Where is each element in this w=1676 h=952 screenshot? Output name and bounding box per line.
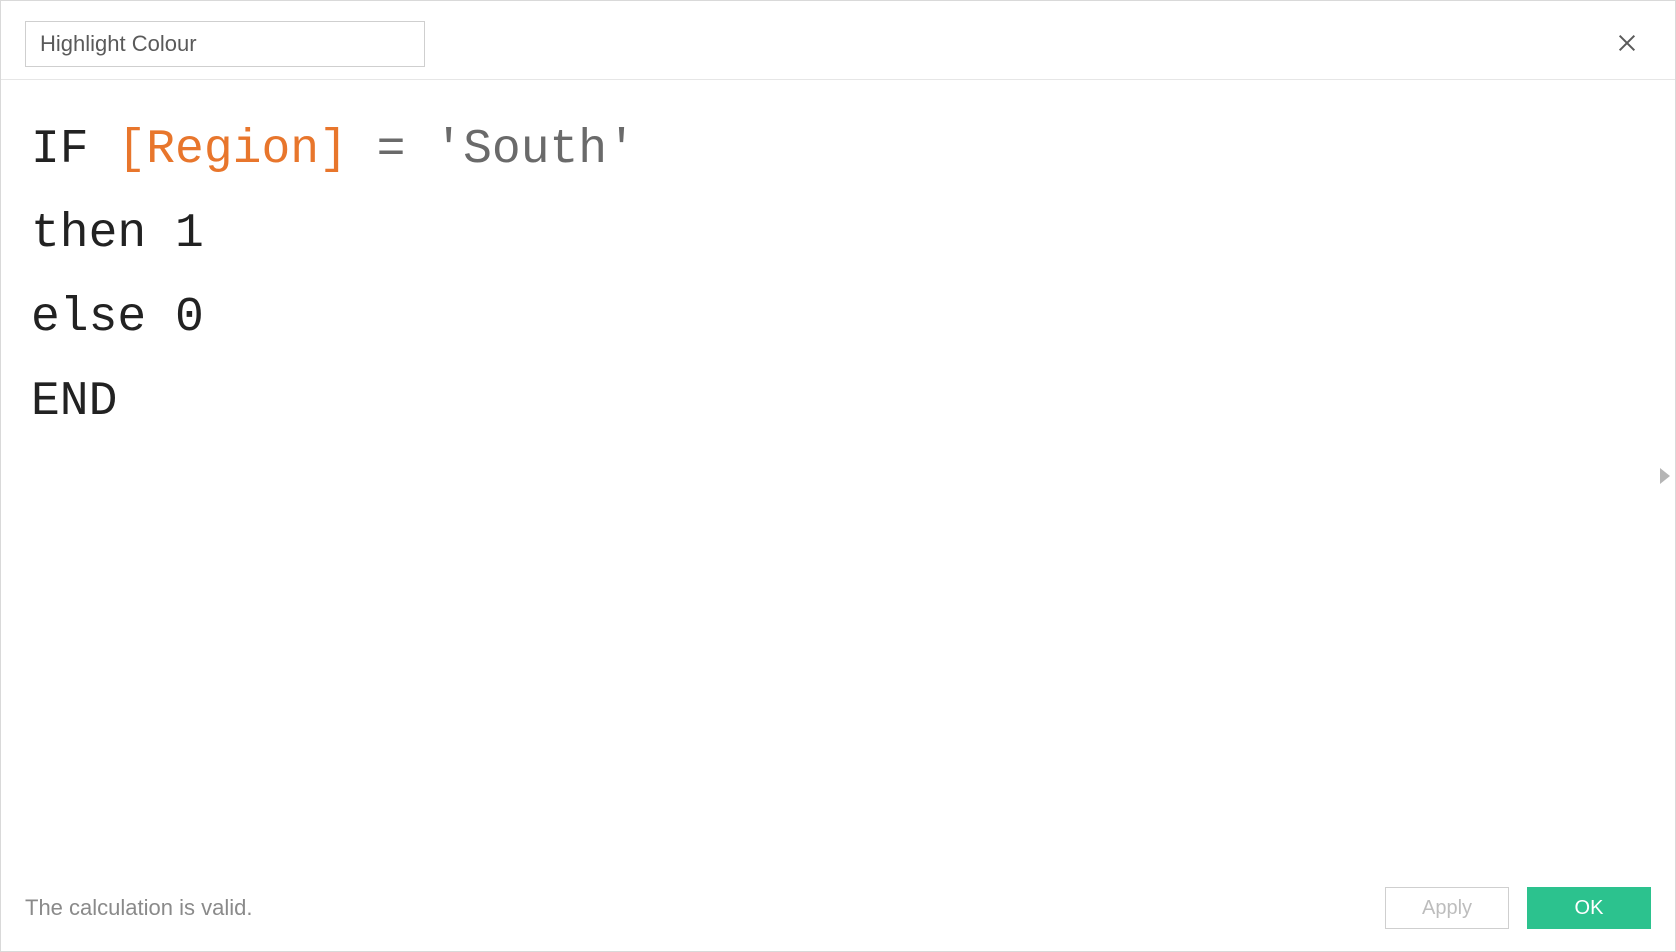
formula-line: IF [Region] = 'South' [31, 108, 1645, 192]
formula-token: IF [31, 123, 117, 177]
close-icon [1616, 32, 1638, 54]
ok-button[interactable]: OK [1527, 887, 1651, 929]
footer-buttons: Apply OK [1385, 887, 1651, 929]
formula-token: = [348, 123, 434, 177]
formula-editor[interactable]: IF [Region] = 'South' then 1 else 0 END [1, 80, 1675, 871]
calculated-field-dialog: IF [Region] = 'South' then 1 else 0 END The… [0, 0, 1676, 952]
formula-token: END [31, 375, 117, 429]
formula-line: else 0 [31, 276, 1645, 360]
chevron-right-icon [1660, 468, 1670, 484]
formula-token: 'South' [434, 123, 636, 177]
dialog-footer: The calculation is valid. Apply OK [1, 871, 1675, 951]
dialog-header [1, 1, 1675, 80]
expand-functions-button[interactable] [1655, 462, 1675, 490]
close-button[interactable] [1609, 25, 1645, 61]
formula-line: then 1 [31, 192, 1645, 276]
validation-status: The calculation is valid. [25, 895, 252, 921]
formula-token: else 0 [31, 291, 204, 345]
formula-token: [Region] [117, 123, 347, 177]
apply-button[interactable]: Apply [1385, 887, 1509, 929]
formula-token: then 1 [31, 207, 204, 261]
field-name-input[interactable] [25, 21, 425, 67]
formula-line: END [31, 360, 1645, 444]
